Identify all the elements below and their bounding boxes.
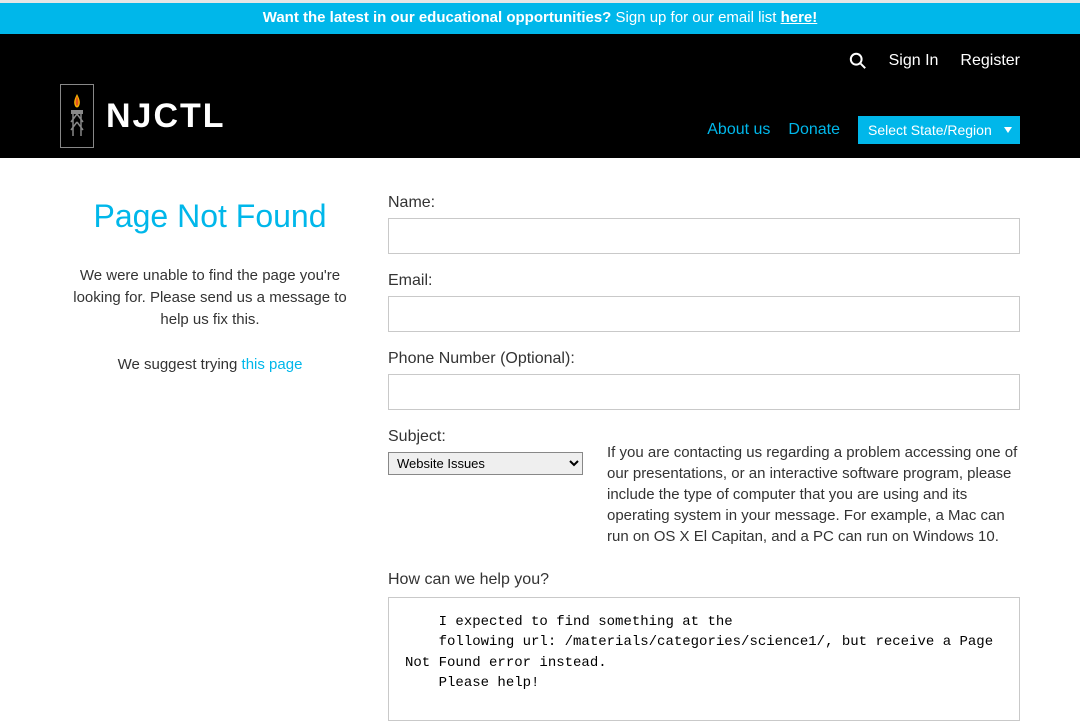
subject-note: If you are contacting us regarding a pro… xyxy=(607,428,1020,547)
logo[interactable]: NJCTL xyxy=(60,84,226,148)
suggestion-text: We suggest trying this page xyxy=(60,354,360,376)
phone-field: Phone Number (Optional): xyxy=(388,350,1020,410)
phone-label: Phone Number (Optional): xyxy=(388,350,1020,368)
logo-mark xyxy=(60,84,94,148)
search-icon[interactable] xyxy=(849,52,867,70)
announcement-link[interactable]: here! xyxy=(781,9,818,26)
announcement-bar: Want the latest in our educational oppor… xyxy=(0,3,1080,34)
subject-label: Subject: xyxy=(388,428,583,446)
top-right-links: Sign In Register xyxy=(849,52,1020,70)
region-select-wrap: Select State/Region xyxy=(858,116,1020,144)
site-header: NJCTL Sign In Register About us Donate S… xyxy=(0,34,1080,158)
name-label: Name: xyxy=(388,194,1020,212)
about-link[interactable]: About us xyxy=(707,121,770,139)
help-textarea[interactable]: I expected to find something at the foll… xyxy=(388,597,1020,721)
email-field: Email: xyxy=(388,272,1020,332)
contact-form: Name: Email: Phone Number (Optional): Su… xyxy=(388,194,1020,726)
donate-link[interactable]: Donate xyxy=(788,121,840,139)
subject-col: Subject: Website Issues xyxy=(388,428,583,547)
region-select[interactable]: Select State/Region xyxy=(858,116,1020,144)
email-label: Email: xyxy=(388,272,1020,290)
name-input[interactable] xyxy=(388,218,1020,254)
suggestion-prefix: We suggest trying xyxy=(118,356,242,373)
register-link[interactable]: Register xyxy=(960,52,1020,70)
suggestion-link[interactable]: this page xyxy=(242,356,303,373)
page-title: Page Not Found xyxy=(60,198,360,235)
email-input[interactable] xyxy=(388,296,1020,332)
name-field: Name: xyxy=(388,194,1020,254)
announcement-bold: Want the latest in our educational oppor… xyxy=(263,9,612,26)
subject-select[interactable]: Website Issues xyxy=(388,452,583,475)
left-column: Page Not Found We were unable to find th… xyxy=(60,194,360,726)
announcement-text: Sign up for our email list xyxy=(611,9,780,26)
main-content: Page Not Found We were unable to find th… xyxy=(0,158,1080,726)
sign-in-link[interactable]: Sign In xyxy=(889,52,939,70)
help-field: How can we help you? I expected to find … xyxy=(388,571,1020,726)
logo-text: NJCTL xyxy=(106,97,226,136)
phone-input[interactable] xyxy=(388,374,1020,410)
header-nav: About us Donate Select State/Region xyxy=(707,116,1020,144)
not-found-message: We were unable to find the page you're l… xyxy=(60,265,360,330)
help-label: How can we help you? xyxy=(388,571,1020,589)
subject-row: Subject: Website Issues If you are conta… xyxy=(388,428,1020,547)
torch-icon xyxy=(67,92,87,140)
